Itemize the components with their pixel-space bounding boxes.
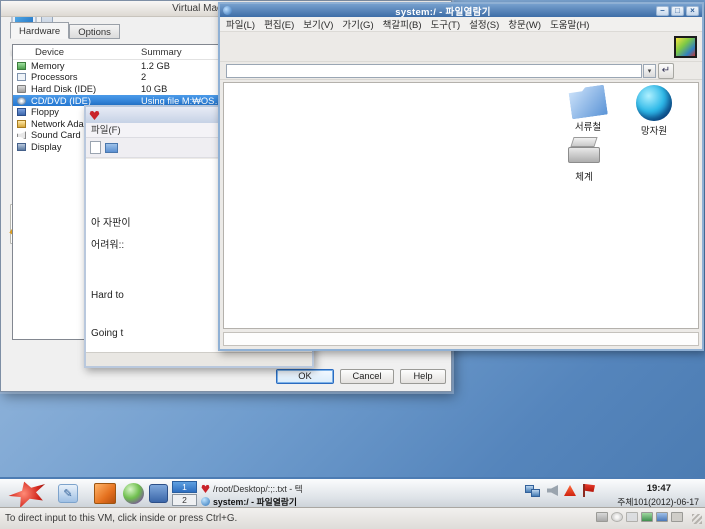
go-button[interactable]: ↵	[658, 63, 674, 79]
display-icon	[17, 143, 26, 151]
minimize-button[interactable]: –	[656, 6, 669, 16]
resize-grip[interactable]	[692, 514, 702, 524]
cd-dvd-icon	[17, 97, 26, 105]
cancel-button[interactable]: Cancel	[340, 369, 394, 384]
network-indicator-icon[interactable]	[641, 512, 653, 522]
editor-line: Hard to	[91, 290, 124, 301]
sound-card-icon	[17, 131, 26, 139]
file-manager-window: system:/ - 파일열람기 – □ × 파일(L) 편집(E) 보기(V)…	[218, 2, 704, 351]
network-item[interactable]: 망자원	[624, 85, 684, 137]
file-manager-app-icon	[223, 6, 232, 15]
file-manager-toolbar	[220, 32, 702, 62]
file-manager-app-icon	[201, 497, 210, 506]
hard-disk-indicator-icon[interactable]	[596, 512, 608, 522]
vm-device-indicators	[596, 512, 683, 522]
item-label: 체계	[554, 169, 614, 183]
location-dropdown-button[interactable]: ▾	[643, 64, 656, 78]
file-manager-title: system:/ - 파일열람기	[232, 4, 654, 18]
printer-icon	[566, 137, 602, 167]
location-bar: ▾ ↵	[220, 62, 702, 80]
network-tray-icon[interactable]	[525, 485, 541, 497]
package-launcher-icon[interactable]	[94, 483, 116, 504]
ok-button[interactable]: OK	[276, 369, 334, 384]
editor-line: 아 자판이	[91, 214, 131, 229]
desktop-pager: 1 2	[172, 481, 197, 507]
device-list-header: Device Summary	[13, 45, 232, 60]
file-manager-titlebar[interactable]: system:/ - 파일열람기 – □ ×	[220, 4, 702, 17]
clock[interactable]: 19:47	[647, 483, 671, 494]
memory-icon	[17, 62, 26, 70]
folder-icon	[568, 85, 608, 120]
editor-statusbar	[86, 352, 312, 366]
new-document-icon[interactable]	[90, 141, 101, 154]
file-manager-statusbar	[223, 332, 699, 346]
warning-icon[interactable]	[564, 485, 576, 496]
globe-icon	[636, 85, 672, 121]
item-label: 망자원	[624, 123, 684, 137]
menu-window[interactable]: 창문(W)	[508, 17, 541, 31]
browser-launcher-icon[interactable]	[123, 483, 144, 504]
menu-edit[interactable]: 편집(E)	[264, 17, 294, 31]
editor-app-icon	[201, 484, 210, 493]
guest-taskbar: ✎ 1 2 /root/Desktop/:;:.txt - 텍 system:/…	[0, 477, 705, 507]
system-tray	[525, 484, 595, 497]
app-logo-throbber	[674, 36, 697, 58]
menu-settings[interactable]: 설정(S)	[469, 17, 499, 31]
tab-hardware[interactable]: Hardware	[10, 22, 69, 39]
vm-screen: 나의 콤퓨터 제품소개 회수통 :;:.txt 파일(F) 아 자판이 어려워:…	[0, 0, 705, 529]
message-indicator-icon[interactable]	[671, 512, 683, 522]
file-manager-content[interactable]: 서류철 망자원 체계	[223, 82, 699, 329]
dialog-tabs: Hardware Options	[10, 22, 120, 39]
menu-file[interactable]: 파일(L)	[226, 17, 255, 31]
volume-icon[interactable]	[547, 485, 558, 496]
close-button[interactable]: ×	[686, 6, 699, 16]
file-manager-menubar: 파일(L) 편집(E) 보기(V) 가기(G) 책갈피(B) 도구(T) 설정(…	[220, 17, 702, 32]
messenger-launcher-icon[interactable]	[149, 484, 168, 503]
menu-tools[interactable]: 도구(T)	[431, 17, 461, 31]
floppy-icon	[17, 108, 26, 116]
vmware-status-bar: To direct input to this VM, click inside…	[0, 507, 705, 529]
text-editor-launcher-icon[interactable]: ✎	[58, 484, 78, 503]
processor-icon	[17, 73, 26, 81]
sound-indicator-icon[interactable]	[656, 512, 668, 522]
editor-line: 어려워::	[91, 236, 124, 251]
system-item[interactable]: 체계	[554, 137, 614, 183]
device-row[interactable]: Memory 1.2 GB	[13, 60, 232, 72]
pager-desktop-2[interactable]: 2	[172, 494, 197, 506]
editor-line: Going t	[91, 328, 123, 339]
hard-disk-icon	[17, 85, 26, 93]
cd-rom-indicator-icon[interactable]	[611, 512, 623, 522]
menu-bookmarks[interactable]: 책갈피(B)	[383, 17, 422, 31]
vm-input-hint: To direct input to this VM, click inside…	[5, 513, 237, 524]
item-label: 서류철	[558, 119, 618, 133]
menu-file[interactable]: 파일(F)	[91, 125, 121, 136]
header-summary: Summary	[141, 47, 182, 58]
device-row[interactable]: Processors 2	[13, 72, 232, 84]
help-button[interactable]: Help	[400, 369, 446, 384]
folder-item[interactable]: 서류철	[558, 87, 618, 133]
red-flag-icon[interactable]	[582, 484, 595, 497]
floppy-indicator-icon[interactable]	[626, 512, 638, 522]
pager-desktop-1[interactable]: 1	[172, 481, 197, 493]
location-input[interactable]	[226, 64, 642, 78]
open-folder-icon[interactable]	[105, 143, 118, 153]
menu-go[interactable]: 가기(G)	[342, 17, 373, 31]
menu-help[interactable]: 도움말(H)	[550, 17, 589, 31]
header-device: Device	[13, 47, 141, 58]
editor-app-icon	[89, 110, 100, 120]
tab-options[interactable]: Options	[69, 24, 120, 39]
maximize-button[interactable]: □	[671, 6, 684, 16]
taskbar-item-editor[interactable]: /root/Desktop/:;:.txt - 텍	[201, 482, 303, 495]
menu-view[interactable]: 보기(V)	[303, 17, 333, 31]
network-adapter-icon	[17, 120, 26, 128]
device-row[interactable]: Hard Disk (IDE) 10 GB	[13, 83, 232, 95]
